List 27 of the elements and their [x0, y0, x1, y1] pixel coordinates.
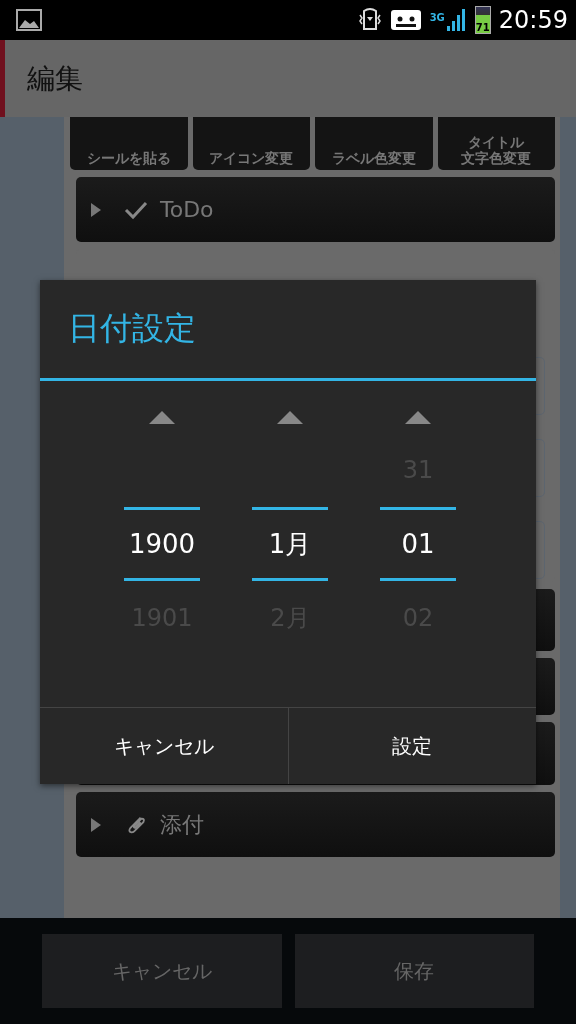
toolbar-button[interactable]: シールを貼る	[70, 117, 188, 170]
increment-arrow-icon[interactable]	[149, 411, 175, 424]
bottom-button[interactable]: 保存	[294, 934, 534, 1008]
picker-value[interactable]: 01	[380, 507, 456, 581]
picker-value[interactable]: 1900	[124, 507, 200, 581]
toolbar-button[interactable]: アイコン変更	[192, 117, 310, 170]
vibrate-icon	[357, 7, 382, 33]
picker-value[interactable]: 1月	[252, 507, 328, 581]
dialog-button[interactable]: 設定	[287, 708, 536, 784]
toolbar-button[interactable]: タイトル 文字色変更	[437, 117, 555, 170]
network-type: 3G	[429, 12, 445, 23]
section-label: 添付	[160, 810, 204, 839]
signal-icon	[446, 8, 467, 32]
battery-icon: 71	[474, 6, 491, 34]
picture-notification-icon	[16, 9, 42, 31]
section-header[interactable]: 添付	[76, 792, 555, 857]
dialog-button[interactable]: キャンセル	[40, 708, 288, 784]
bottom-button[interactable]: キャンセル	[42, 934, 282, 1008]
toolbar-button[interactable]: ラベル色変更	[315, 117, 433, 170]
voicemail-icon	[389, 7, 422, 33]
increment-arrow-icon[interactable]	[277, 411, 303, 424]
section-header[interactable]: ToDo	[76, 177, 555, 242]
increment-arrow-icon[interactable]	[405, 411, 431, 424]
section-label: ToDo	[160, 197, 214, 222]
dialog-title: 日付設定	[40, 280, 536, 381]
screen-title: 編集	[27, 60, 83, 97]
clock: 20:59	[498, 6, 568, 34]
